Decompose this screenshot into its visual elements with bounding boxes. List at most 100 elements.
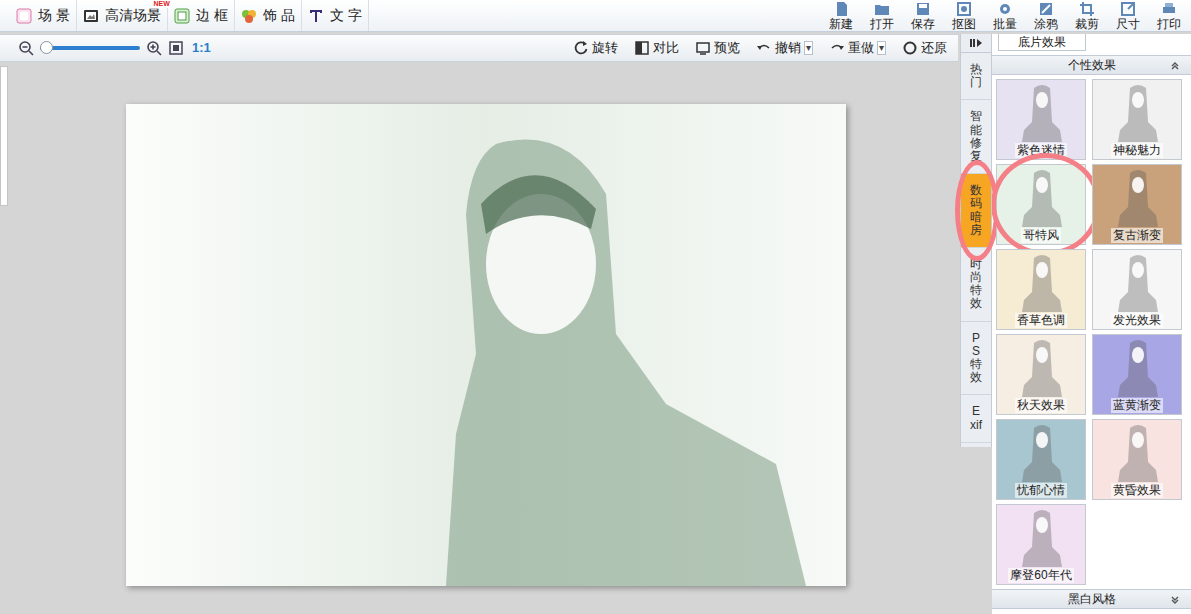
workspace: 1:1旋转对比预览撤销▾重做▾还原热门智能修复数码暗房时尚特效PS特效Exif底… (0, 32, 1191, 614)
portrait-icon (1022, 507, 1062, 567)
category-tab[interactable]: 数码暗房 (961, 174, 991, 248)
effect-thumbnail[interactable]: 神秘魅力 (1092, 79, 1182, 160)
effect-label: 紫色迷情 (1015, 143, 1067, 158)
effects-grid: 紫色迷情 神秘魅力哥特风复古渐变香草色调发光效果秋天效果 蓝黄渐变忧郁心情 黄昏效果摩… (992, 75, 1191, 585)
compare-icon (634, 40, 650, 56)
category-tab[interactable]: 智能修复 (961, 100, 991, 174)
section-header[interactable]: 黑白风格 (992, 589, 1191, 609)
action-button[interactable]: 预览 (692, 38, 743, 58)
annotation-circle (992, 153, 1101, 256)
category-tab[interactable]: PS特效 (961, 322, 991, 396)
effect-label: 秋天效果 (1015, 398, 1067, 413)
effect-label: 摩登60年代 (1008, 568, 1073, 583)
zoom-slider[interactable] (40, 46, 140, 50)
effect-label: 发光效果 (1111, 313, 1163, 328)
photo-figure-icon (126, 104, 846, 586)
action-label: 撤销 (775, 38, 801, 58)
main-toolbar: 场 景高清场景NEW边 框饰 品文 字新建打开保存抠图批量涂鸦裁剪尺寸打印 (0, 0, 1191, 32)
effect-thumbnail[interactable]: 忧郁心情 (996, 419, 1086, 500)
file-button-label: 打开 (870, 17, 894, 31)
section-title: 黑白风格 (1068, 590, 1116, 608)
category-tab[interactable]: Exif (961, 395, 991, 442)
file-button-label: 打印 (1157, 17, 1181, 31)
category-tab[interactable]: 热门 (961, 53, 991, 100)
portrait-icon (1118, 337, 1158, 397)
action-button[interactable]: 还原 (899, 38, 950, 58)
actual-size-button[interactable]: 1:1 (192, 38, 211, 58)
feature-label: 文 字 (330, 5, 362, 26)
zoom-out-icon (18, 40, 34, 56)
file-button[interactable]: 涂鸦 (1025, 0, 1066, 31)
zoom-in-icon (146, 40, 162, 56)
file-button[interactable]: 保存 (902, 0, 943, 31)
action-button[interactable]: 重做▾ (826, 38, 889, 58)
action-button[interactable]: 旋转 (570, 38, 621, 58)
file-menu: 新建 打开 保存抠图批量涂鸦裁剪尺寸打印 (820, 0, 1189, 31)
redo-icon (829, 40, 845, 56)
file-button-label: 裁剪 (1075, 17, 1099, 31)
clover-icon (241, 8, 257, 24)
effect-thumbnail[interactable]: 秋天效果 (996, 334, 1086, 415)
zoom-knob[interactable] (40, 41, 53, 54)
file-button-label: 保存 (911, 17, 935, 31)
effect-thumbnail[interactable]: 哥特风 (996, 164, 1086, 245)
effect-label: 神秘魅力 (1111, 143, 1163, 158)
section-header[interactable]: 个性效果 (992, 55, 1191, 75)
effect-thumbnail[interactable]: 复古渐变 (1092, 164, 1182, 245)
category-tab[interactable]: 时尚特效 (961, 248, 991, 322)
effect-thumbnail[interactable]: 紫色迷情 (996, 79, 1086, 160)
feature-button[interactable]: 边 框 (168, 0, 235, 31)
folder-icon (874, 1, 890, 17)
effect-label: 忧郁心情 (1015, 483, 1067, 498)
effect-thumbnail[interactable]: 黄昏效果 (1092, 419, 1182, 500)
category-tab-label: Exif (970, 405, 982, 431)
portrait-icon (1118, 82, 1158, 142)
action-button[interactable]: 撤销▾ (753, 38, 816, 58)
feature-button[interactable]: 高清场景NEW (77, 0, 168, 31)
effect-label: 蓝黄渐变 (1111, 398, 1163, 413)
portrait-icon (1118, 167, 1158, 227)
file-button[interactable]: 尺寸 (1107, 0, 1148, 31)
action-label: 还原 (921, 38, 947, 58)
file-button[interactable]: 新建 (820, 0, 861, 31)
new-badge: NEW (153, 0, 171, 8)
file-button-label: 批量 (993, 17, 1017, 31)
save-icon (915, 1, 931, 17)
view-toolbar: 1:1旋转对比预览撤销▾重做▾还原 (0, 34, 958, 62)
portrait-icon (1118, 252, 1158, 312)
text-t-icon (308, 8, 324, 24)
action-dropdown[interactable]: ▾ (804, 41, 813, 55)
feature-button[interactable]: 文 字 (302, 0, 369, 31)
effect-thumbnail[interactable]: 摩登60年代 (996, 504, 1086, 585)
resize-icon (1120, 1, 1136, 17)
action-button[interactable]: 对比 (631, 38, 682, 58)
new-file-icon (833, 1, 849, 17)
category-tab-label: 热门 (970, 63, 982, 89)
feature-button[interactable]: 饰 品 (235, 0, 302, 31)
collapse-panel-icon (961, 34, 991, 53)
file-button[interactable]: 打开 (861, 0, 902, 31)
file-button[interactable]: 抠图 (943, 0, 984, 31)
file-button-label: 新建 (829, 17, 853, 31)
effect-thumbnail[interactable]: 香草色调 (996, 249, 1086, 330)
file-button[interactable]: 裁剪 (1066, 0, 1107, 31)
rotate-icon (573, 40, 589, 56)
file-button[interactable]: 批量 (984, 0, 1025, 31)
collapse-chevron-icon (1169, 593, 1181, 605)
feature-label: 高清场景 (105, 5, 161, 26)
effect-thumbnail[interactable]: 底片效果 (998, 34, 1086, 51)
portrait-icon (1022, 422, 1062, 482)
effect-thumbnail[interactable]: 发光效果 (1092, 249, 1182, 330)
printer-icon (1161, 1, 1177, 17)
action-label: 对比 (653, 38, 679, 58)
fit-screen-icon (168, 40, 184, 56)
undo-icon (756, 40, 772, 56)
effect-thumbnail[interactable]: 蓝黄渐变 (1092, 334, 1182, 415)
category-tab-label: 智能修复 (970, 110, 982, 163)
canvas-area (0, 62, 958, 614)
action-dropdown[interactable]: ▾ (877, 41, 886, 55)
file-button[interactable]: 打印 (1148, 0, 1189, 31)
feature-button[interactable]: 场 景 (10, 0, 77, 31)
effect-label: 底片效果 (1018, 35, 1066, 49)
category-tab-label: PS特效 (970, 332, 982, 385)
